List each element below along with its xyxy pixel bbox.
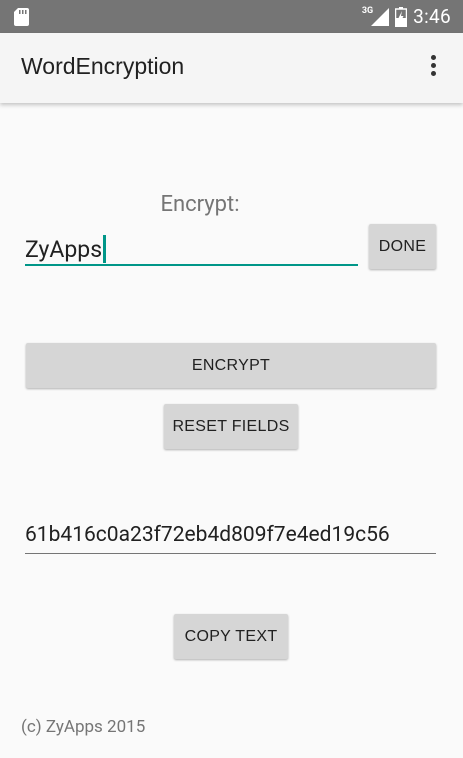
copy-text-button[interactable]: COPY TEXT — [174, 614, 288, 659]
encrypt-input-text[interactable]: ZyApps — [25, 235, 107, 263]
text-cursor — [103, 235, 107, 263]
overflow-menu-icon[interactable] — [421, 55, 445, 81]
encrypt-label: Encrypt: — [160, 192, 240, 217]
output-field[interactable]: 61b416c0a23f72eb4d809f7e4ed19c56 — [25, 518, 436, 554]
status-bar: 3G 3:46 — [0, 0, 463, 33]
signal-icon — [371, 7, 390, 26]
footer-copyright: (c) ZyApps 2015 — [21, 717, 146, 737]
sd-card-icon — [14, 8, 29, 26]
network-type: 3G — [361, 5, 374, 16]
encrypt-input[interactable]: ZyApps — [25, 230, 358, 266]
battery-icon — [395, 6, 408, 27]
app-bar: WordEncryption — [0, 33, 463, 103]
output-text[interactable]: 61b416c0a23f72eb4d809f7e4ed19c56 — [25, 523, 390, 547]
clock: 3:46 — [413, 5, 451, 28]
encrypt-button[interactable]: ENCRYPT — [26, 343, 436, 388]
done-button[interactable]: DONE — [369, 224, 436, 269]
reset-fields-button[interactable]: RESET FIELDS — [164, 404, 298, 449]
status-icons: 3G 3:46 — [362, 0, 451, 33]
app-title: WordEncryption — [21, 53, 185, 79]
